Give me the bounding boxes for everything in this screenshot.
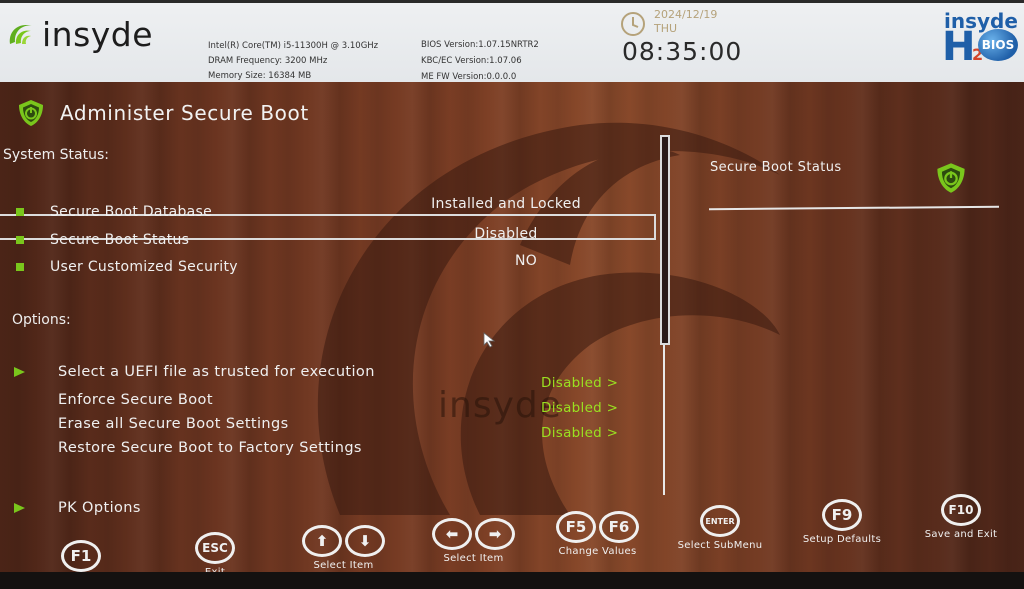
insyde-logo-text: insyde bbox=[42, 15, 154, 54]
kbc-ec-version: KBC/EC Version:1.07.06 bbox=[421, 56, 522, 66]
weekday: THU bbox=[654, 22, 678, 35]
key-label: Setup Defaults bbox=[802, 534, 882, 545]
arrow-left-icon: ⬅ bbox=[432, 518, 472, 550]
screen-bezel bbox=[0, 572, 1024, 589]
arrow-up-icon: ⬆ bbox=[302, 525, 342, 557]
option-label: Enforce Secure Boot bbox=[58, 392, 213, 408]
key-label: Select Item bbox=[443, 553, 504, 564]
key-f9-setup-defaults[interactable]: F9 Setup Defaults bbox=[796, 499, 888, 545]
option-enforce-secure-boot[interactable]: Enforce Secure Boot bbox=[14, 392, 213, 408]
status-value: NO bbox=[514, 253, 538, 269]
bios-info: BIOS Version:1.07.15NRTR2 KBC/EC Version… bbox=[421, 37, 539, 85]
bullet-icon bbox=[16, 236, 24, 244]
f10-key-icon: F10 bbox=[941, 494, 981, 526]
insyde-h2o-bios-logo: insyde H 2 BIOS bbox=[940, 9, 1024, 69]
option-restore-factory-settings[interactable]: Restore Secure Boot to Factory Settings bbox=[14, 440, 362, 456]
status-label: Secure Boot Status bbox=[50, 232, 190, 248]
key-left-right-select-item[interactable]: ⬅ ➡ Select Item bbox=[426, 518, 521, 564]
key-label: Select Item bbox=[313, 560, 374, 571]
arrow-right-icon: ➡ bbox=[475, 518, 515, 550]
esc-key-icon: ESC bbox=[195, 532, 235, 564]
key-label: Select SubMenu bbox=[677, 540, 763, 551]
secure-boot-shield-icon bbox=[19, 100, 43, 126]
bullet-icon bbox=[16, 263, 24, 271]
status-label: Secure Boot Database bbox=[50, 204, 213, 220]
time-display: 08:35:00 bbox=[622, 37, 743, 66]
status-value: Disabled bbox=[474, 226, 538, 242]
page-title-text: Administer Secure Boot bbox=[60, 101, 309, 125]
status-label: User Customized Security bbox=[50, 259, 238, 275]
option-label: Select a UEFI file as trusted for execut… bbox=[58, 364, 375, 380]
submenu-arrow-icon bbox=[14, 503, 25, 513]
clock-icon bbox=[621, 12, 645, 36]
status-row-user-customized-security: User Customized Security NO bbox=[16, 253, 656, 275]
key-enter-select-submenu[interactable]: ENTER Select SubMenu bbox=[668, 505, 772, 551]
key-f10-save-and-exit[interactable]: F10 Save and Exit bbox=[918, 494, 1004, 540]
h2o-h-letter: H bbox=[942, 24, 976, 70]
key-label: Save and Exit bbox=[924, 529, 998, 540]
option-pk-options[interactable]: PK Options bbox=[14, 500, 141, 516]
help-panel-title: Secure Boot Status bbox=[710, 160, 842, 175]
option-label: PK Options bbox=[58, 500, 141, 516]
f6-key-icon: F6 bbox=[599, 511, 639, 543]
key-f5-f6-change-values[interactable]: F5 F6 Change Values bbox=[550, 511, 645, 557]
cpu-info: Intel(R) Core(TM) i5-11300H @ 3.10GHz bbox=[208, 41, 379, 51]
submenu-arrow-icon bbox=[14, 367, 25, 377]
option-label: Restore Secure Boot to Factory Settings bbox=[58, 440, 362, 456]
enforce-secure-boot-value[interactable]: Disabled > bbox=[541, 375, 618, 391]
enter-key-icon: ENTER bbox=[700, 505, 740, 537]
options-label: Options: bbox=[12, 312, 71, 328]
secure-boot-shield-icon bbox=[937, 163, 965, 193]
key-up-down-select-item[interactable]: ⬆ ⬇ Select Item bbox=[296, 525, 391, 571]
system-info: Intel(R) Core(TM) i5-11300H @ 3.10GHz DR… bbox=[208, 39, 378, 84]
status-value: Installed and Locked bbox=[431, 196, 581, 212]
insyde-logo: insyde bbox=[6, 15, 153, 54]
f1-key-icon: F1 bbox=[61, 540, 101, 572]
bullet-icon bbox=[16, 208, 24, 216]
arrow-down-icon: ⬇ bbox=[345, 525, 385, 557]
f9-key-icon: F9 bbox=[822, 499, 862, 531]
bios-version: BIOS Version:1.07.15NRTR2 bbox=[421, 40, 539, 50]
system-status-label: System Status: bbox=[3, 147, 109, 163]
date: 2024/12/19 bbox=[654, 8, 718, 21]
insyde-swirl-icon bbox=[9, 24, 32, 44]
status-row-secure-boot-database: Secure Boot Database Installed and Locke… bbox=[16, 196, 656, 220]
date-display: 2024/12/19 THU bbox=[654, 8, 717, 36]
key-label: Change Values bbox=[558, 546, 637, 557]
mouse-cursor-icon bbox=[483, 332, 496, 348]
header-bar: insyde Intel(R) Core(TM) i5-11300H @ 3.1… bbox=[0, 0, 1024, 82]
status-row-secure-boot-status[interactable]: Secure Boot Status Disabled bbox=[16, 226, 656, 248]
page-title: Administer Secure Boot bbox=[16, 98, 309, 128]
option-select-uefi-file[interactable]: Select a UEFI file as trusted for execut… bbox=[14, 364, 375, 380]
option-erase-all-secure-boot-settings[interactable]: Erase all Secure Boot Settings bbox=[14, 416, 289, 432]
dram-frequency: DRAM Frequency: 3200 MHz bbox=[208, 56, 328, 66]
erase-settings-value[interactable]: Disabled > bbox=[541, 400, 618, 416]
f5-key-icon: F5 bbox=[556, 511, 596, 543]
restore-factory-value[interactable]: Disabled > bbox=[541, 425, 618, 441]
h2o-bios-badge: BIOS bbox=[978, 29, 1018, 61]
option-label: Erase all Secure Boot Settings bbox=[58, 416, 289, 432]
scrollbar-thumb[interactable] bbox=[660, 135, 670, 345]
